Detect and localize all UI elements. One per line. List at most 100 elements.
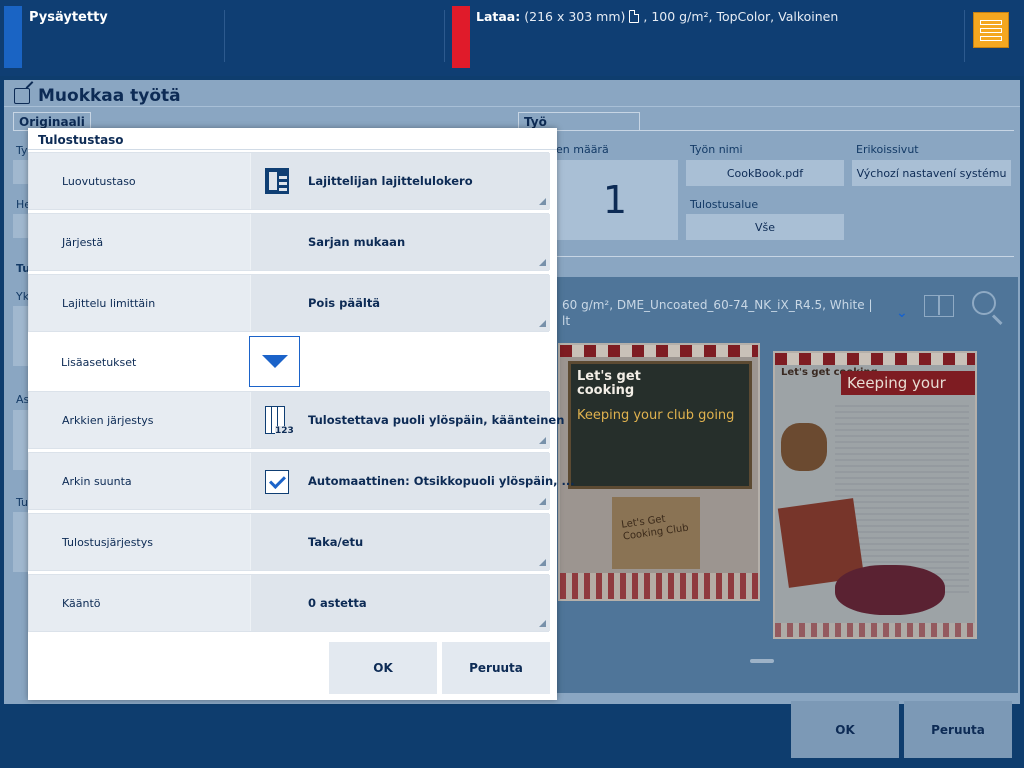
setting-value-box[interactable]: Pois päältä — [250, 275, 550, 331]
corner-indicator-icon — [539, 259, 546, 266]
server-icon — [980, 27, 1002, 33]
fruit-image — [835, 565, 945, 615]
setting-value-box[interactable]: Sarjan mukaan — [250, 214, 550, 270]
dialog-ok-button[interactable]: OK — [329, 642, 437, 694]
job-name-field[interactable]: CookBook.pdf — [686, 160, 844, 186]
two-page-view-icon[interactable] — [924, 295, 954, 317]
setting-label: Lajittelu limittäin — [62, 296, 156, 310]
setting-label: Luovutustaso — [62, 174, 136, 188]
job-name-label: Työn nimi — [690, 143, 743, 156]
setting-value: Lajittelijan lajittelulokero — [308, 174, 473, 188]
tablecloth-graphic — [560, 573, 758, 599]
sheet-order-icon: 123 — [265, 406, 295, 436]
copy-count-label: en määrä — [556, 143, 609, 156]
ok-button[interactable]: OK — [791, 701, 899, 758]
separator — [444, 10, 445, 62]
divider — [4, 106, 1020, 107]
special-pages-label: Erikoissivut — [856, 143, 919, 156]
zoom-icon[interactable] — [972, 291, 996, 315]
dialog-title: Tulostustaso — [38, 133, 124, 147]
server-button[interactable] — [973, 12, 1009, 48]
setting-label: Arkin suunta — [62, 474, 132, 488]
load-media: , 100 g/m², TopColor, Valkoinen — [643, 9, 839, 24]
setting-row-collate[interactable]: Järjestä Sarjan mukaan — [28, 213, 550, 271]
load-indicator — [452, 6, 470, 68]
copy-count-value[interactable]: 1 — [552, 160, 678, 240]
field-label: Ty — [16, 144, 28, 157]
separator — [964, 10, 965, 62]
media-info: 60 g/m², DME_Uncoated_60-74_NK_iX_R4.5, … — [562, 297, 873, 329]
awning-graphic — [775, 353, 975, 365]
edit-icon — [14, 88, 30, 104]
printer-status: Pysäytetty — [29, 10, 108, 25]
awning-graphic — [560, 345, 758, 357]
page-slider-handle[interactable] — [750, 659, 774, 663]
corner-indicator-icon — [539, 620, 546, 627]
tab-underline — [518, 130, 1014, 131]
page-heading: Let's get cooking — [577, 369, 641, 398]
server-icon — [980, 19, 1002, 25]
status-bar: Pysäytetty Lataa: (216 x 303 mm) , 100 g/… — [0, 0, 1024, 76]
window-title: Muokkaa työtä — [14, 86, 181, 106]
corner-indicator-icon — [539, 559, 546, 566]
setting-value: Tulostettava puoli ylöspäin, käänteinen — [308, 413, 565, 427]
setting-value: Automaattinen: Otsikkopuoli ylöspäin, ..… — [308, 474, 575, 488]
setting-value: Taka/etu — [308, 535, 364, 549]
setting-row-rotation[interactable]: Kääntö 0 astetta — [28, 574, 550, 632]
corner-indicator-icon — [539, 320, 546, 327]
dialog-cancel-button[interactable]: Peruuta — [442, 642, 550, 694]
section-divider — [518, 256, 1014, 257]
setting-value-box[interactable]: Automaattinen: Otsikkopuoli ylöspäin, ..… — [250, 453, 575, 509]
divider — [28, 149, 557, 150]
setting-label: Kääntö — [62, 596, 101, 610]
preview-page-2[interactable]: Let's get cooking Keeping your — [773, 351, 977, 639]
setting-value: 0 astetta — [308, 596, 367, 610]
nuts-image — [781, 423, 827, 471]
job-preview[interactable]: 60 g/m², DME_Uncoated_60-74_NK_iX_R4.5, … — [552, 277, 1018, 693]
chevron-down-icon[interactable]: ⌄ — [896, 305, 908, 321]
print-area-field[interactable]: Vše — [686, 214, 844, 240]
corner-indicator-icon — [539, 198, 546, 205]
blackboard-graphic: Let's get cooking Keeping your club goin… — [568, 361, 752, 489]
field-label: Tu — [16, 496, 29, 509]
setting-row-sheet-orientation[interactable]: Arkin suunta Automaattinen: Otsikkopuoli… — [28, 452, 575, 510]
cancel-button[interactable]: Peruuta — [904, 701, 1012, 758]
setting-value-box[interactable]: 123 Tulostettava puoli ylöspäin, kääntei… — [250, 392, 564, 448]
expand-advanced-button[interactable] — [249, 336, 300, 387]
special-pages-field[interactable]: Výchozí nastavení systému — [852, 160, 1011, 186]
sheet-order-number: 123 — [275, 426, 294, 436]
setting-value-box[interactable]: Lajittelijan lajittelulokero — [250, 153, 550, 209]
page-banner: Keeping your — [841, 371, 975, 395]
checkmark-icon — [265, 470, 289, 494]
document-icon — [629, 10, 640, 23]
server-icon — [980, 35, 1002, 41]
crate-graphic: Let's Get Cooking Club — [612, 497, 700, 569]
advanced-settings-row: Lisäasetukset — [28, 334, 549, 390]
setting-row-output-tray[interactable]: Luovutustaso Lajittelijan lajitteluloker… — [28, 152, 550, 210]
advanced-settings-label: Lisäasetukset — [61, 355, 137, 369]
status-indicator — [4, 6, 22, 68]
setting-row-sheet-order[interactable]: Arkkien järjestys 123 Tulostettava puoli… — [28, 391, 564, 449]
setting-value-box[interactable]: 0 astetta — [250, 575, 550, 631]
corner-indicator-icon — [539, 437, 546, 444]
media-info-line: 60 g/m², DME_Uncoated_60-74_NK_iX_R4.5, … — [562, 298, 873, 312]
setting-value: Sarjan mukaan — [308, 235, 406, 249]
setting-row-offset-stacking[interactable]: Lajittelu limittäin Pois päältä — [28, 274, 550, 332]
load-label: Lataa: — [476, 9, 521, 24]
load-media-info[interactable]: Lataa: (216 x 303 mm) , 100 g/m², TopColo… — [476, 9, 838, 24]
setting-row-print-order[interactable]: Tulostusjärjestys Taka/etu — [28, 513, 550, 571]
page-slogan: Keeping your club going — [577, 408, 735, 423]
print-area-label: Tulostusalue — [690, 198, 759, 211]
sorter-tray-icon — [265, 168, 289, 194]
window-title-text: Muokkaa työtä — [38, 86, 181, 106]
load-size: (216 x 303 mm) — [524, 9, 626, 24]
crate-text: Let's Get Cooking Club — [620, 513, 690, 543]
preview-page-1[interactable]: Let's get cooking Keeping your club goin… — [558, 343, 760, 601]
output-settings-dialog: Tulostustaso Luovutustaso Lajittelijan l… — [28, 128, 575, 700]
setting-label: Tulostusjärjestys — [62, 535, 153, 549]
corner-indicator-icon — [539, 498, 546, 505]
setting-value-box[interactable]: Taka/etu — [250, 514, 550, 570]
setting-label: Järjestä — [62, 235, 104, 249]
setting-label: Arkkien järjestys — [62, 413, 154, 427]
setting-value: Pois päältä — [308, 296, 381, 310]
